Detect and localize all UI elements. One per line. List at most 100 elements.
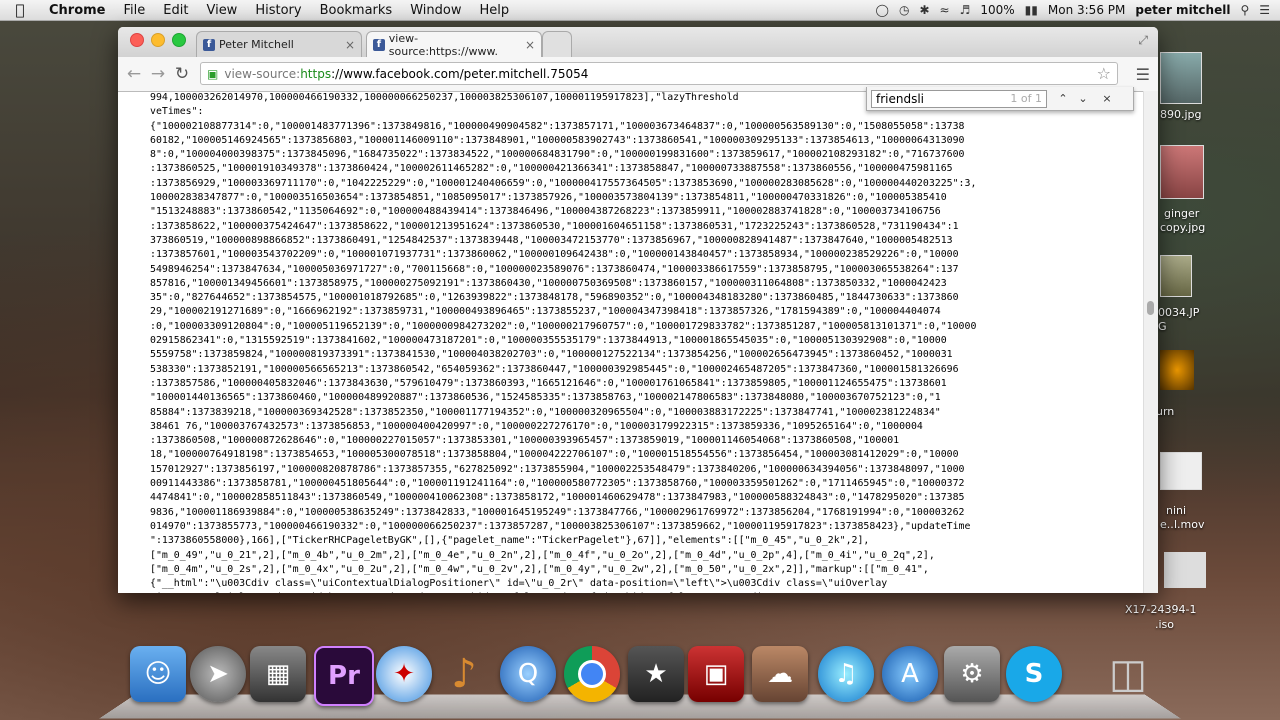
tab-peter-mitchell[interactable]: f Peter Mitchell × — [196, 31, 362, 57]
source-line: 014970":1373855773,"100000466190332":0,"… — [150, 520, 971, 532]
tab-title: view-source:https://www. — [388, 31, 498, 58]
source-line: 4474841":0,"100002858511843":1373860549,… — [150, 492, 965, 504]
source-line: 38461 76,"100003767432573":1373856853,"1… — [150, 420, 923, 432]
source-line: 02915862341":0,"1315592519":1373841602,"… — [150, 335, 947, 347]
close-window-button[interactable] — [130, 33, 144, 47]
source-line: 857816,"100001349456601":1373858975,"100… — [150, 277, 947, 289]
chrome-menu-icon[interactable]: ☰ — [1136, 65, 1150, 84]
bookmark-star-icon[interactable]: ☆ — [1097, 64, 1111, 83]
facebook-favicon-icon: f — [203, 38, 215, 51]
source-line: :1373856929,"100003369711170":0,"1042225… — [150, 177, 977, 189]
menu-history[interactable]: History — [246, 3, 310, 18]
menu-file[interactable]: File — [115, 3, 155, 18]
bluetooth-icon[interactable]: ✱ — [919, 3, 929, 17]
forward-button[interactable]: → — [146, 64, 170, 84]
garageband-icon[interactable]: ♪ — [436, 646, 492, 702]
zoom-window-button[interactable] — [172, 33, 186, 47]
source-line: :1373857601,"100003543702209":0,"1000010… — [150, 249, 959, 261]
close-tab-icon[interactable]: × — [345, 38, 355, 52]
imovie-icon[interactable]: ★ — [628, 646, 684, 702]
desktop-file-label: 0034.JP — [1158, 306, 1200, 319]
system-preferences-icon[interactable]: ⚙ — [944, 646, 1000, 702]
source-line: 5559758":1373859824,"100000819373391":13… — [150, 349, 953, 361]
desktop-file-thumbnail[interactable] — [1160, 255, 1192, 297]
skype-status-icon[interactable]: ◯ — [876, 3, 889, 17]
photo-booth-app-icon[interactable]: ▣ — [688, 646, 744, 702]
quicktime-icon[interactable]: Q — [500, 646, 556, 702]
source-line: "1513248883":1373860542,"1135064692":0,"… — [150, 206, 941, 218]
find-match-count: 1 of 1 — [1010, 92, 1042, 105]
menu-edit[interactable]: Edit — [154, 3, 197, 18]
find-previous-icon[interactable]: ⌃ — [1053, 92, 1073, 105]
chrome-icon[interactable] — [564, 646, 620, 702]
menu-window[interactable]: Window — [401, 3, 470, 18]
source-line: "100001440136565":1373860460,"1000004899… — [150, 392, 941, 404]
source-line: uiContextualDialog\" data-width=\"300\" … — [150, 591, 1144, 593]
volume-icon[interactable]: ♬ — [960, 3, 971, 17]
source-line: 00911443386":1373858781,"100000451805644… — [150, 478, 965, 490]
photo-booth-icon[interactable]: ▦ — [250, 646, 306, 702]
skype-icon[interactable]: S — [1006, 646, 1062, 702]
notification-center-icon[interactable]: ☰ — [1259, 3, 1270, 17]
back-button[interactable]: ← — [122, 64, 146, 84]
trash-icon[interactable]: ◫ — [1100, 646, 1156, 702]
desktop-file-thumbnail[interactable] — [1160, 452, 1202, 490]
minimize-window-button[interactable] — [151, 33, 165, 47]
safari-icon[interactable]: ✦ — [376, 646, 432, 702]
desktop-file-label: nini — [1166, 504, 1187, 517]
app-store-icon[interactable]: A — [882, 646, 938, 702]
fullscreen-icon[interactable]: ⤢ — [1138, 33, 1148, 48]
source-line: :0,"100003309120804":0,"100005119652139"… — [150, 320, 977, 332]
source-line: ["m_0_4m","u_0_2s",2],["m_0_4x","u_0_2u"… — [150, 563, 929, 575]
dock: ☺ ➤ ▦ Pr ✦ ♪ Q ★ ▣ ☁ ♫ A ⚙ S ◫ — [99, 638, 1181, 720]
desktop-file-label: .iso — [1155, 618, 1175, 631]
menu-app-chrome[interactable]: Chrome — [40, 3, 115, 18]
desktop-file-thumbnail[interactable] — [1160, 145, 1204, 199]
url-prefix: view-source: — [224, 66, 301, 81]
secure-lock-icon[interactable]: ▣ — [207, 67, 218, 81]
battery-icon: ▮▮ — [1024, 3, 1038, 17]
find-input[interactable]: friendsli 1 of 1 — [871, 89, 1047, 108]
desktop-file-thumbnail[interactable] — [1160, 52, 1202, 104]
menubar-user[interactable]: peter mitchell — [1135, 3, 1230, 17]
time-machine-icon[interactable]: ◷ — [899, 3, 909, 17]
itunes-icon[interactable]: ♫ — [818, 646, 874, 702]
facebook-favicon-icon: f — [373, 38, 385, 51]
finder-icon[interactable]: ☺ — [130, 646, 186, 702]
source-line: 29,"100002191271689":0,"1666962192":1373… — [150, 306, 941, 318]
reload-button[interactable]: ↻ — [170, 64, 194, 84]
desktop-file-thumbnail[interactable] — [1164, 552, 1206, 588]
url-rest: ://www.facebook.com/peter.mitchell.75054 — [331, 66, 589, 81]
desktop-file-label: X17-24394-1 — [1125, 603, 1197, 616]
scrollbar-thumb[interactable] — [1147, 301, 1154, 315]
new-tab-button[interactable] — [542, 31, 572, 57]
source-line: :1373860525,"100001910349378":1373860424… — [150, 163, 953, 175]
menubar-clock[interactable]: Mon 3:56 PM — [1048, 3, 1125, 17]
source-line: :1373857586,"100000405832046":1373843630… — [150, 377, 947, 389]
wifi-icon[interactable]: ≈ — [940, 3, 950, 17]
premiere-pro-icon[interactable]: Pr — [314, 646, 374, 706]
close-tab-icon[interactable]: × — [525, 38, 535, 52]
window-controls — [130, 33, 186, 47]
source-line: 18,"100000764918198":1373854653,"1000053… — [150, 449, 959, 461]
source-line: 538330":1373852191,"100000566565213":137… — [150, 363, 959, 375]
desktop-file-thumbnail[interactable] — [1160, 350, 1194, 390]
desktop-file-label: ginger — [1164, 207, 1200, 220]
menu-help[interactable]: Help — [470, 3, 518, 18]
menu-bookmarks[interactable]: Bookmarks — [311, 3, 402, 18]
source-line: 373860519,"100000898866852":1373860491,"… — [150, 234, 953, 246]
launchpad-icon[interactable]: ➤ — [190, 646, 246, 702]
vertical-scrollbar[interactable] — [1143, 91, 1158, 593]
apple-menu-icon[interactable]:  — [0, 1, 40, 19]
spotlight-search-icon[interactable]: ⚲ — [1240, 3, 1249, 17]
address-bar[interactable]: ▣ view-source: https ://www.facebook.com… — [200, 62, 1118, 85]
battery-percentage[interactable]: 100% — [980, 3, 1014, 17]
url-scheme: https — [300, 66, 332, 81]
iphoto-icon[interactable]: ☁ — [752, 646, 808, 702]
page-source-content[interactable]: 994,100003262014970,100000466190332,1000… — [118, 91, 1144, 593]
menu-view[interactable]: View — [197, 3, 246, 18]
find-close-icon[interactable]: × — [1097, 92, 1117, 105]
tab-view-source[interactable]: f view-source:https://www. × — [366, 31, 542, 58]
find-next-icon[interactable]: ⌄ — [1073, 92, 1093, 105]
desktop-file-label: copy.jpg — [1160, 221, 1206, 234]
